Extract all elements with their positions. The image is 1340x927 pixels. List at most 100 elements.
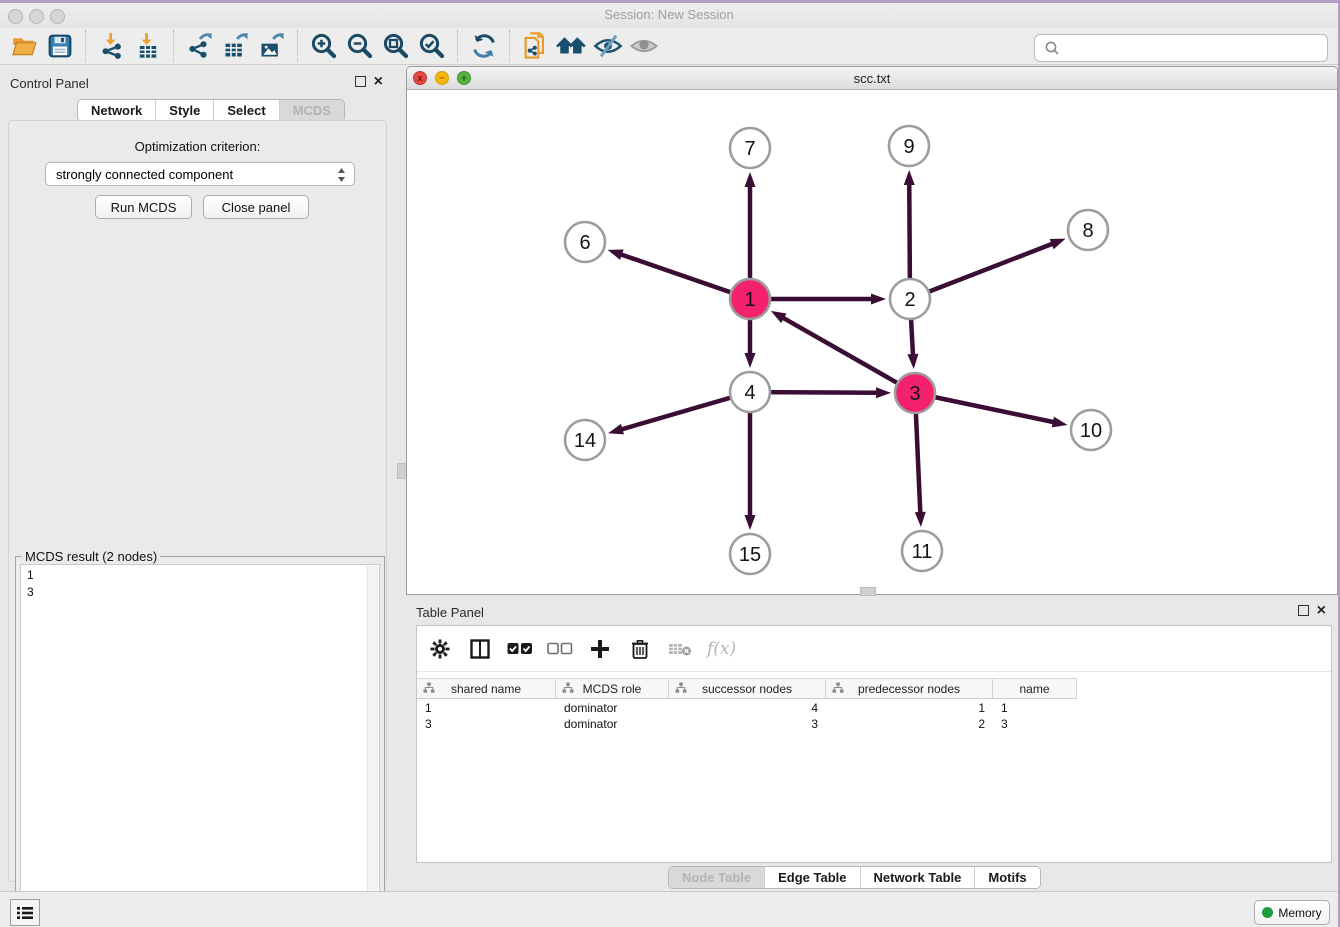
result-scrollbar[interactable] — [367, 566, 378, 914]
table-panel: Table Panel × — [406, 598, 1338, 891]
memory-label: Memory — [1278, 906, 1321, 920]
search-input[interactable] — [1065, 37, 1327, 59]
network-window-titlebar: x − + scc.txt — [407, 67, 1337, 90]
tab-network[interactable]: Network — [78, 100, 155, 121]
save-session-icon[interactable] — [42, 30, 78, 62]
table-cell[interactable]: 3 — [993, 716, 1077, 732]
add-column-icon[interactable] — [587, 636, 613, 662]
memory-button[interactable]: Memory — [1254, 900, 1330, 925]
table-panel-title: Table Panel — [416, 605, 484, 620]
column-header-predecessor-nodes[interactable]: predecessor nodes — [826, 679, 993, 698]
tab-select[interactable]: Select — [213, 100, 278, 121]
graph-node-label: 7 — [744, 138, 755, 160]
column-label: successor nodes — [669, 682, 825, 696]
select-all-checkboxes-icon[interactable] — [507, 636, 533, 662]
edge-2-8[interactable] — [910, 243, 1054, 299]
graph-node-label: 4 — [744, 382, 755, 404]
table-cell[interactable]: 3 — [417, 716, 556, 732]
float-table-panel-icon[interactable] — [1298, 605, 1309, 616]
network-canvas[interactable]: 1234678910111415 — [407, 90, 1337, 594]
delete-column-trash-icon[interactable] — [627, 636, 653, 662]
edge-arrowhead — [745, 515, 756, 530]
table-cell[interactable]: 1 — [993, 700, 1077, 716]
mcds-result-text[interactable]: 1 3 — [20, 564, 380, 916]
criterion-value: strongly connected component — [56, 167, 233, 182]
mcds-result-box: MCDS result (2 nodes) 1 3 — [15, 549, 385, 926]
home-layout-icon[interactable] — [554, 30, 590, 62]
column-header-shared-name[interactable]: shared name — [417, 679, 556, 698]
float-panel-icon[interactable] — [355, 76, 366, 87]
refresh-layout-icon[interactable] — [466, 30, 502, 62]
network-graph: 1234678910111415 — [407, 90, 1337, 594]
table-row[interactable]: 3dominator323 — [417, 716, 1077, 732]
function-builder-icon-disabled: f(x) — [707, 636, 736, 662]
new-network-from-file-icon[interactable] — [518, 30, 554, 62]
control-panel-title: Control Panel — [10, 76, 89, 91]
graph-node-label: 3 — [909, 383, 920, 405]
table-row[interactable]: 1dominator411 — [417, 700, 1077, 716]
edge-arrowhead — [907, 354, 918, 369]
search-icon — [1041, 39, 1065, 57]
column-header-name[interactable]: name — [993, 679, 1077, 698]
open-file-icon[interactable] — [6, 30, 42, 62]
tab-style[interactable]: Style — [155, 100, 213, 121]
tab-motifs[interactable]: Motifs — [974, 867, 1039, 888]
close-panel-button[interactable]: Close panel — [203, 195, 309, 219]
hide-panel-eye-icon[interactable] — [590, 30, 626, 62]
import-network-icon[interactable] — [94, 30, 130, 62]
toolbar-separator — [173, 30, 175, 62]
table-cell[interactable]: 1 — [826, 700, 993, 716]
edge-3-1[interactable] — [782, 317, 915, 393]
edge-arrowhead — [904, 170, 915, 185]
export-image-icon[interactable] — [254, 30, 290, 62]
export-table-icon[interactable] — [218, 30, 254, 62]
run-mcds-button[interactable]: Run MCDS — [95, 195, 192, 219]
tab-edge-table[interactable]: Edge Table — [764, 867, 859, 888]
table-cell[interactable]: dominator — [556, 700, 669, 716]
close-table-panel-icon[interactable]: × — [1317, 606, 1326, 616]
status-bar: Memory — [0, 891, 1338, 927]
tab-mcds[interactable]: MCDS — [279, 100, 344, 121]
hierarchy-icon — [675, 682, 687, 694]
graph-node-label: 8 — [1082, 220, 1093, 242]
search-field[interactable] — [1034, 34, 1328, 62]
network-view-title: scc.txt — [407, 71, 1337, 86]
zoom-fit-icon[interactable] — [378, 30, 414, 62]
table-cell[interactable]: 1 — [417, 700, 556, 716]
mcds-tab-content: Optimization criterion: strongly connect… — [8, 120, 387, 882]
table-cell[interactable]: 2 — [826, 716, 993, 732]
tab-node-table[interactable]: Node Table — [669, 867, 764, 888]
tab-network-table[interactable]: Network Table — [860, 867, 975, 888]
graph-node-label: 1 — [744, 289, 755, 311]
task-history-button[interactable] — [10, 899, 40, 926]
column-header-successor-nodes[interactable]: successor nodes — [669, 679, 826, 698]
edge-arrowhead — [1052, 417, 1068, 428]
graph-node-label: 10 — [1080, 420, 1102, 442]
table-cell[interactable]: dominator — [556, 716, 669, 732]
table-toolbar: f(x) — [417, 626, 1331, 672]
deselect-all-checkboxes-icon[interactable] — [547, 636, 573, 662]
column-label: name — [993, 682, 1076, 696]
import-table-icon[interactable] — [130, 30, 166, 62]
criterion-dropdown[interactable]: strongly connected component — [45, 162, 355, 186]
table-settings-gear-icon[interactable] — [427, 636, 453, 662]
column-header-MCDS-role[interactable]: MCDS role — [556, 679, 669, 698]
hierarchy-icon — [562, 682, 574, 694]
export-network-icon[interactable] — [182, 30, 218, 62]
graph-node-label: 11 — [912, 541, 933, 563]
zoom-out-icon[interactable] — [342, 30, 378, 62]
edge-arrowhead — [608, 424, 624, 435]
table-cell[interactable]: 4 — [669, 700, 826, 716]
show-panel-eye-icon[interactable] — [626, 30, 662, 62]
horizontal-splitter-grip[interactable] — [860, 587, 876, 596]
column-chooser-icon[interactable] — [467, 636, 493, 662]
close-panel-icon[interactable]: × — [374, 77, 383, 87]
zoom-in-icon[interactable] — [306, 30, 342, 62]
edge-arrowhead — [771, 311, 787, 323]
control-panel-tabs: Network Style Select MCDS — [77, 99, 345, 122]
edge-3-10[interactable] — [915, 393, 1055, 422]
table-cell[interactable]: 3 — [669, 716, 826, 732]
toolbar-separator — [457, 30, 459, 62]
zoom-selected-icon[interactable] — [414, 30, 450, 62]
control-panel: Control Panel × Network Style Select MCD… — [0, 66, 395, 891]
